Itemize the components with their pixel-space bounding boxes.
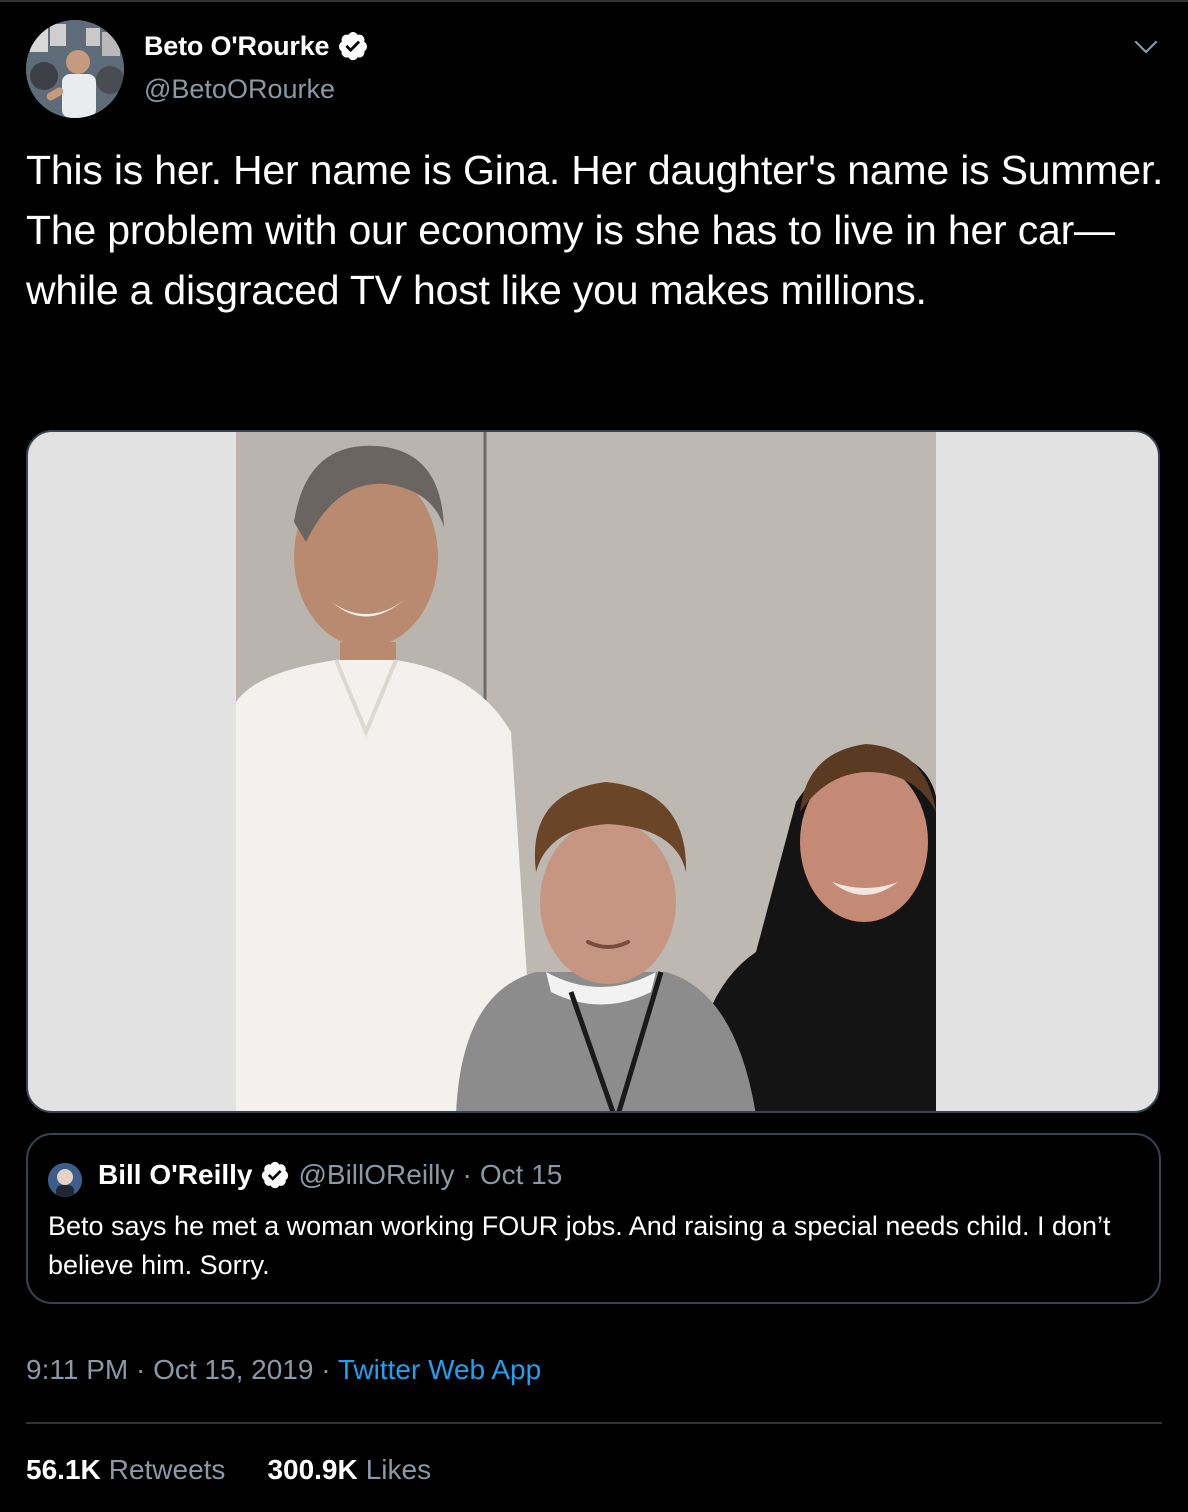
retweets-count: 56.1K bbox=[26, 1454, 101, 1485]
tweet-date[interactable]: Oct 15, 2019 bbox=[153, 1354, 313, 1385]
separator-dot: · bbox=[313, 1354, 338, 1385]
likes-stat[interactable]: 300.9K Likes bbox=[267, 1454, 431, 1486]
quoted-tweet-header: Bill O'Reilly @BillOReilly · Oct 15 bbox=[98, 1159, 562, 1191]
quoted-tweet-card[interactable]: Bill O'Reilly @BillOReilly · Oct 15 Beto… bbox=[26, 1133, 1161, 1304]
verified-badge-icon bbox=[337, 30, 369, 62]
separator-dot: · bbox=[128, 1354, 154, 1385]
verified-badge-icon bbox=[260, 1160, 290, 1190]
quoted-tweet-text: Beto says he met a woman working FOUR jo… bbox=[48, 1211, 1111, 1280]
top-divider bbox=[0, 0, 1188, 2]
author-handle[interactable]: @BetoORourke bbox=[144, 74, 335, 105]
likes-label: Likes bbox=[365, 1454, 432, 1485]
tweet-photo[interactable] bbox=[26, 430, 1160, 1113]
avatar-image bbox=[26, 20, 124, 118]
tweet-stats: 56.1K Retweets 300.9K Likes bbox=[26, 1454, 431, 1486]
photo-image bbox=[236, 432, 936, 1111]
chevron-down-icon[interactable] bbox=[1131, 32, 1161, 62]
quoted-author-name[interactable]: Bill O'Reilly bbox=[98, 1159, 252, 1191]
quoted-avatar-image bbox=[48, 1163, 82, 1197]
quoted-author-avatar[interactable] bbox=[48, 1163, 82, 1197]
retweets-label: Retweets bbox=[108, 1454, 226, 1485]
author-name[interactable]: Beto O'Rourke bbox=[144, 31, 330, 62]
retweets-stat[interactable]: 56.1K Retweets bbox=[26, 1454, 225, 1486]
separator-dot: · bbox=[462, 1159, 472, 1190]
author-avatar[interactable] bbox=[26, 20, 124, 118]
likes-count: 300.9K bbox=[267, 1454, 358, 1485]
stats-divider bbox=[26, 1422, 1162, 1424]
tweet-time[interactable]: 9:11 PM bbox=[26, 1354, 128, 1385]
quoted-tweet-date[interactable]: Oct 15 bbox=[480, 1159, 562, 1191]
quoted-author-handle[interactable]: @BillOReilly bbox=[298, 1159, 454, 1191]
tweet-meta: 9:11 PM · Oct 15, 2019 · Twitter Web App bbox=[26, 1354, 541, 1386]
tweet-source-link[interactable]: Twitter Web App bbox=[338, 1354, 541, 1385]
author-name-row[interactable]: Beto O'Rourke bbox=[144, 30, 369, 62]
tweet-text: This is her. Her name is Gina. Her daugh… bbox=[26, 147, 1164, 313]
